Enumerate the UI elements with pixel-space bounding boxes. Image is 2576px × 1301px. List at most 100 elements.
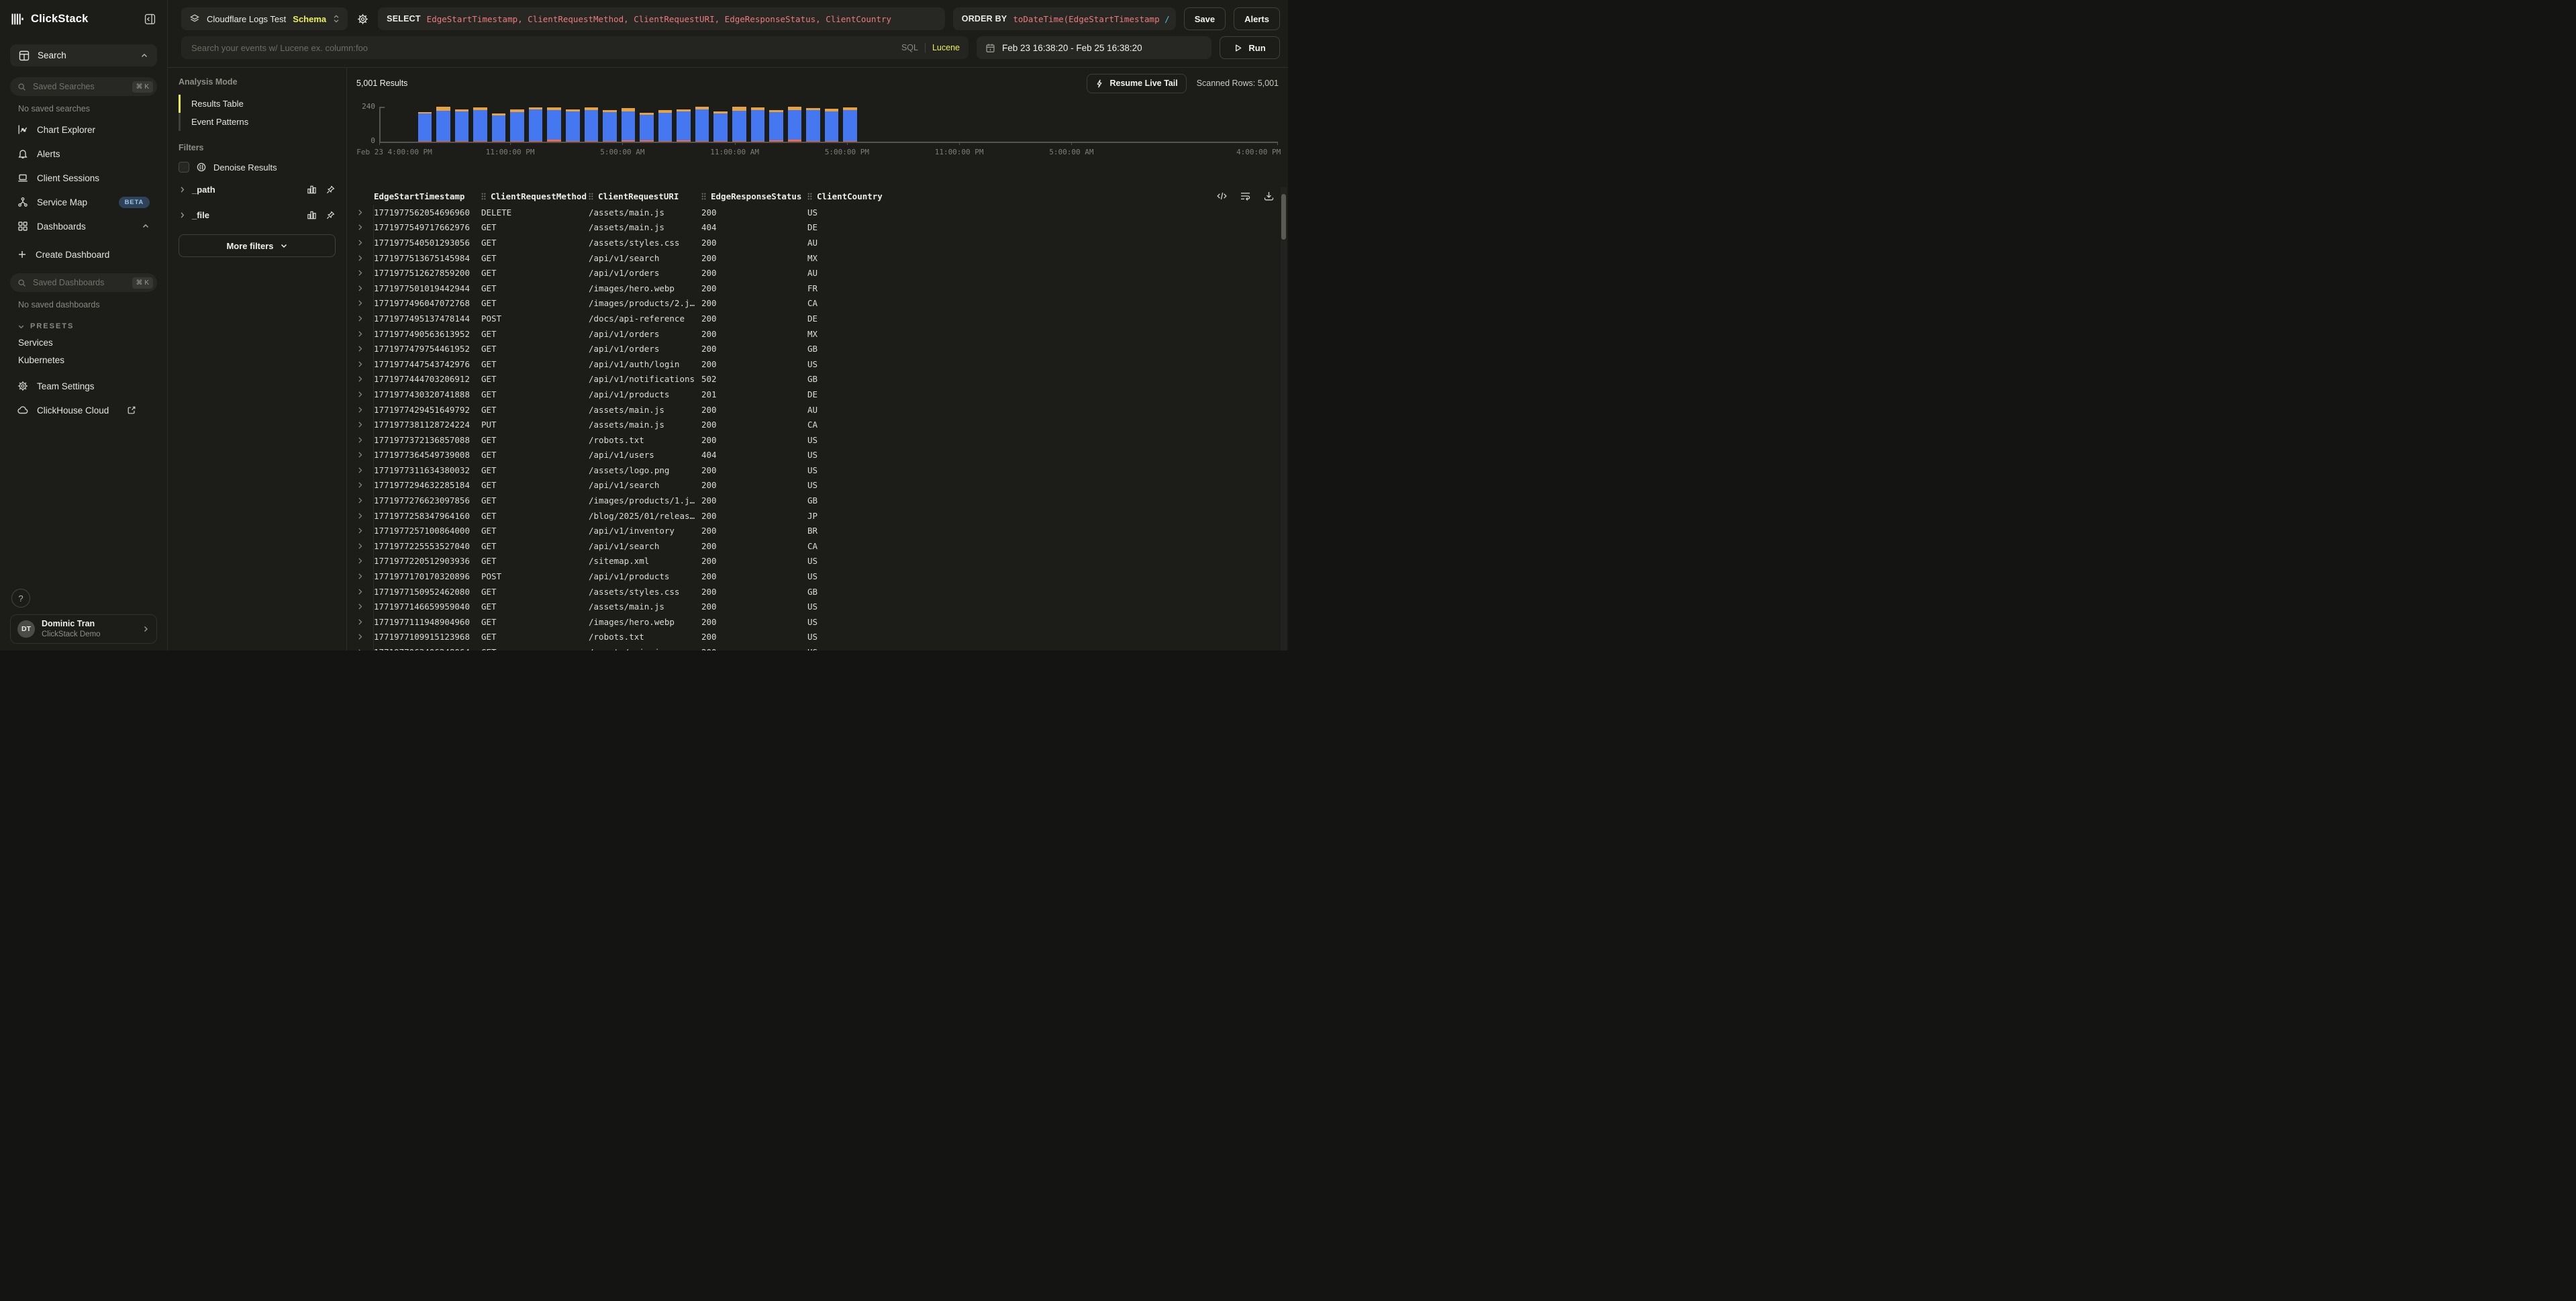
row-expand-icon[interactable] (356, 614, 374, 630)
more-filters-button[interactable]: More filters (179, 234, 336, 257)
table-row[interactable]: 1771977220512903936GET/sitemap.xml200US (356, 554, 1279, 569)
field-chart-icon[interactable] (307, 185, 317, 195)
histogram-bar[interactable] (695, 107, 709, 142)
filter-field-path[interactable]: _path (179, 178, 336, 201)
histogram-bar[interactable] (825, 109, 839, 142)
event-search-box[interactable]: SQL Lucene (181, 36, 969, 59)
row-expand-icon[interactable] (356, 523, 374, 538)
histogram-bar[interactable] (640, 113, 654, 142)
table-row[interactable]: 1771977496047072768GET/images/products/2… (356, 296, 1279, 311)
histogram-bar[interactable] (547, 107, 561, 142)
field-chart-icon[interactable] (307, 210, 317, 220)
histogram-bar[interactable] (622, 108, 636, 142)
row-expand-icon[interactable] (356, 402, 374, 418)
row-expand-icon[interactable] (356, 432, 374, 448)
histogram-bar[interactable] (713, 111, 728, 142)
alerts-button[interactable]: Alerts (1234, 7, 1280, 30)
resume-live-tail-button[interactable]: Resume Live Tail (1087, 74, 1186, 93)
column-header[interactable]: ClientRequestURI (589, 191, 701, 201)
help-button[interactable]: ? (11, 589, 30, 608)
row-expand-icon[interactable] (356, 417, 374, 432)
row-expand-icon[interactable] (356, 235, 374, 250)
sidebar-item-search[interactable]: Search (10, 44, 157, 66)
table-row[interactable]: 1771977364549739008GET/api/v1/users404US (356, 448, 1279, 463)
saved-dashboards-search[interactable]: ⌘ K (10, 273, 157, 292)
row-expand-icon[interactable] (356, 326, 374, 342)
histogram-bar[interactable] (585, 107, 599, 142)
row-expand-icon[interactable] (356, 341, 374, 356)
lucene-mode-toggle[interactable]: Lucene (932, 43, 960, 52)
table-row[interactable]: 1771977150952462080GET/assets/styles.css… (356, 584, 1279, 599)
histogram-bar[interactable] (732, 107, 746, 142)
histogram-bar[interactable] (751, 107, 765, 142)
row-expand-icon[interactable] (356, 372, 374, 387)
row-expand-icon[interactable] (356, 599, 374, 614)
event-search-input[interactable] (190, 42, 895, 54)
code-view-icon[interactable] (1216, 191, 1228, 201)
table-row[interactable]: 1771977225553527040GET/api/v1/search200C… (356, 538, 1279, 554)
scrollbar-thumb[interactable] (1281, 194, 1286, 240)
preset-kubernetes[interactable]: Kubernetes (10, 351, 157, 369)
row-expand-icon[interactable] (356, 463, 374, 478)
table-row[interactable]: 1771977311634380032GET/assets/logo.png20… (356, 463, 1279, 478)
create-dashboard-button[interactable]: Create Dashboard (10, 242, 157, 267)
mode-results-table[interactable]: Results Table (179, 95, 336, 113)
row-expand-icon[interactable] (356, 554, 374, 569)
table-row[interactable]: 1771977146659959040GET/assets/main.js200… (356, 599, 1279, 614)
table-row[interactable]: 1771977258347964160GET/blog/2025/01/rele… (356, 508, 1279, 524)
table-row[interactable]: 1771977170170320896POST/api/v1/products2… (356, 569, 1279, 584)
table-row[interactable]: 1771977540501293056GET/assets/styles.css… (356, 235, 1279, 250)
table-row[interactable]: 1771977372136857088GET/robots.txt200US (356, 432, 1279, 448)
column-header[interactable]: ClientCountry (807, 191, 1279, 201)
row-expand-icon[interactable] (356, 265, 374, 281)
schema-button[interactable]: Schema (293, 14, 326, 24)
query-settings-gear-icon[interactable] (356, 12, 370, 26)
histogram-bar[interactable] (436, 107, 450, 142)
table-row[interactable]: 1771977257100864000GET/api/v1/inventory2… (356, 523, 1279, 538)
histogram-bar[interactable] (603, 110, 617, 142)
row-expand-icon[interactable] (356, 538, 374, 554)
row-expand-icon[interactable] (356, 311, 374, 326)
sidebar-item-clickhouse-cloud[interactable]: ClickHouse Cloud (10, 398, 157, 422)
row-expand-icon[interactable] (356, 478, 374, 493)
histogram-bar[interactable] (788, 107, 802, 142)
histogram-bar[interactable] (418, 112, 432, 142)
time-range-picker[interactable]: Feb 23 16:38:20 - Feb 25 16:38:20 (977, 36, 1211, 59)
order-by-input[interactable]: ORDER BY toDateTime(EdgeStartTimestamp / (953, 7, 1176, 30)
preset-services[interactable]: Services (10, 334, 157, 351)
wrap-text-icon[interactable] (1240, 191, 1251, 201)
histogram-bar[interactable] (658, 110, 673, 142)
table-row[interactable]: 1771977479754461952GET/api/v1/orders200G… (356, 341, 1279, 356)
field-pin-icon[interactable] (326, 210, 336, 220)
scrollbar-track[interactable] (1281, 187, 1287, 650)
collapse-sidebar-icon[interactable] (144, 13, 156, 25)
row-expand-icon[interactable] (356, 220, 374, 236)
table-row[interactable]: 1771977109915123968GET/robots.txt200US (356, 630, 1279, 645)
saved-dashboards-input[interactable] (32, 277, 127, 288)
row-expand-icon[interactable] (356, 387, 374, 402)
table-row[interactable]: 1771977490563613952GET/api/v1/orders200M… (356, 326, 1279, 342)
histogram-bar[interactable] (677, 109, 691, 142)
row-expand-icon[interactable] (356, 584, 374, 599)
table-row[interactable]: 1771977276623097856GET/images/products/1… (356, 493, 1279, 508)
column-header[interactable]: ClientRequestMethod (481, 191, 589, 201)
select-clause-input[interactable]: SELECT EdgeStartTimestamp, ClientRequest… (378, 7, 945, 30)
table-row[interactable]: 1771977429451649792GET/assets/main.js200… (356, 402, 1279, 418)
table-row[interactable]: 1771977512627859200GET/api/v1/orders200A… (356, 265, 1279, 281)
histogram-bar[interactable] (843, 107, 857, 142)
column-header[interactable]: EdgeStartTimestamp (374, 191, 481, 201)
saved-searches-input[interactable] (32, 81, 127, 92)
table-row[interactable]: 1771977111948904960GET/images/hero.webp2… (356, 614, 1279, 630)
table-row[interactable]: 1771977447543742976GET/api/v1/auth/login… (356, 356, 1279, 372)
denoise-checkbox[interactable] (179, 162, 189, 173)
row-expand-icon[interactable] (356, 250, 374, 266)
sidebar-item-team-settings[interactable]: Team Settings (10, 374, 157, 398)
row-expand-icon[interactable] (356, 296, 374, 311)
mode-event-patterns[interactable]: Event Patterns (179, 113, 336, 131)
sidebar-item-service-map[interactable]: Service Map BETA (10, 190, 157, 214)
sql-mode-toggle[interactable]: SQL (901, 43, 918, 52)
histogram-bar[interactable] (473, 107, 487, 142)
histogram-bar[interactable] (492, 113, 506, 142)
table-row[interactable]: 1771977562054696960DELETE/assets/main.js… (356, 205, 1279, 220)
row-expand-icon[interactable] (356, 569, 374, 584)
